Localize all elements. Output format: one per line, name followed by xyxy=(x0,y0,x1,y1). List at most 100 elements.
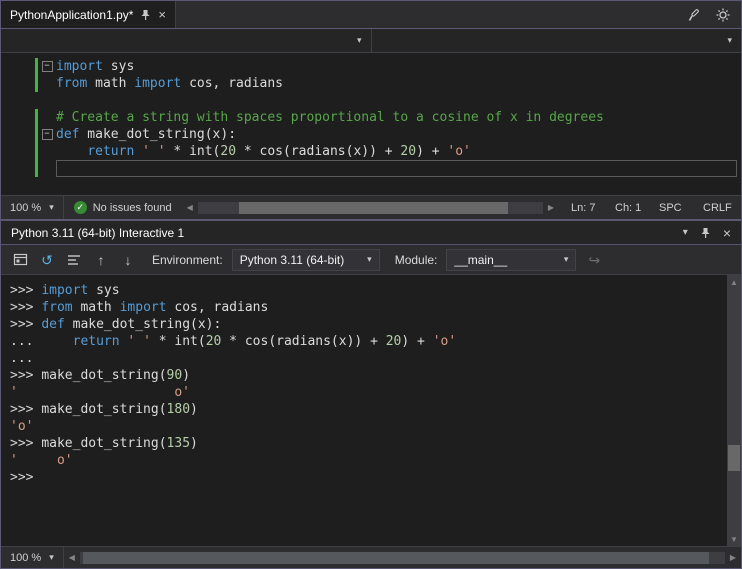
caret-position-group: Ln: 7 Ch: 1 SPC CRLF xyxy=(559,202,741,214)
zoom-value: 100 % xyxy=(10,201,42,214)
gear-icon[interactable] xyxy=(715,7,731,23)
token-kw: import xyxy=(56,59,103,74)
interactive-status-bar: 100 % ▾ ◀ ▶ xyxy=(1,546,741,568)
scrollbar-thumb[interactable] xyxy=(728,444,740,472)
member-dropdown[interactable]: ▾ xyxy=(372,29,742,52)
module-dropdown[interactable]: __main__ ▾ xyxy=(446,248,577,271)
interactive-window-title: Python 3.11 (64-bit) Interactive 1 xyxy=(11,225,185,240)
pin-icon[interactable] xyxy=(700,227,711,239)
token-pl: ) xyxy=(190,402,198,417)
repl-line: ... xyxy=(10,350,727,367)
module-value: __main__ xyxy=(454,252,508,267)
scroll-left-icon[interactable]: ◀ xyxy=(64,553,80,562)
token-num: 20 xyxy=(385,334,402,349)
code-line: − def make_dot_string(x): xyxy=(1,126,741,143)
token-str: ' ' xyxy=(127,334,151,349)
code-line-text xyxy=(56,160,737,177)
close-icon[interactable]: × xyxy=(723,226,731,240)
editor-code: − import sys from math import cos, radians… xyxy=(1,58,741,177)
code-line: − import sys xyxy=(1,58,741,75)
repl-line: ... return ' ' * int(20 * cos(radians(x)… xyxy=(10,333,727,350)
close-icon[interactable]: × xyxy=(158,8,166,21)
code-line xyxy=(1,160,741,177)
pin-icon[interactable] xyxy=(140,9,151,21)
token-pr: >>> xyxy=(10,436,42,451)
scrollbar-track[interactable] xyxy=(79,551,725,564)
check-icon: ✓ xyxy=(73,201,87,214)
scroll-down-icon[interactable]: ▼ xyxy=(727,532,741,546)
tools-icon[interactable] xyxy=(687,7,703,23)
insert-mode-indicator: SPC xyxy=(659,201,682,214)
token-kw: from xyxy=(56,76,88,91)
token-str: 'o' xyxy=(10,419,34,434)
token-pr: ... xyxy=(10,351,42,366)
issues-indicator[interactable]: ✓ No issues found xyxy=(64,201,182,214)
environment-dropdown[interactable]: Python 3.11 (64-bit) ▾ xyxy=(231,248,380,271)
token-pl: * cos(radians(x)) + xyxy=(236,144,401,159)
scroll-right-icon[interactable]: ▶ xyxy=(543,203,559,212)
token-pl: make_dot_string( xyxy=(41,436,167,451)
token-pl: sys xyxy=(102,59,135,74)
token-str: 'o' xyxy=(432,334,457,349)
interactive-vertical-scrollbar[interactable]: ▲ ▼ xyxy=(727,275,741,546)
column-indicator: Ch: 1 xyxy=(615,201,642,214)
chevron-down-icon: ▾ xyxy=(49,552,54,562)
interactive-window-title-bar[interactable]: Python 3.11 (64-bit) Interactive 1 ▾ × xyxy=(1,219,741,245)
token-pr: >>> xyxy=(10,283,42,298)
scrollbar-thumb[interactable] xyxy=(239,201,509,214)
fold-collapse-icon[interactable]: − xyxy=(38,126,56,143)
history-previous-icon[interactable]: ↑ xyxy=(92,251,110,269)
environment-value: Python 3.11 (64-bit) xyxy=(239,252,345,267)
token-pl: math xyxy=(87,76,135,91)
interactive-horizontal-scrollbar[interactable]: ◀ ▶ xyxy=(64,547,741,568)
chevron-down-icon: ▾ xyxy=(356,35,362,45)
editor-horizontal-scrollbar[interactable]: ◀ ▶ xyxy=(182,196,559,219)
code-line-text: def make_dot_string(x): xyxy=(56,126,741,143)
scrollbar-track[interactable] xyxy=(197,201,543,214)
window-position-menu-icon[interactable]: ▾ xyxy=(683,228,688,238)
repl-line: >>> make_dot_string(90) xyxy=(10,367,727,384)
redo-icon[interactable]: ↪ xyxy=(585,251,603,269)
token-kw: return xyxy=(72,334,120,349)
environment-label: Environment: xyxy=(152,252,223,267)
scroll-right-icon[interactable]: ▶ xyxy=(725,553,741,562)
token-kw: from xyxy=(41,300,73,315)
document-tab-bar: PythonApplication1.py* × xyxy=(1,1,741,29)
token-str: ' o' xyxy=(10,453,73,468)
token-pl: cos, radians xyxy=(181,76,283,91)
tab-pythonapplication1[interactable]: PythonApplication1.py* × xyxy=(1,1,177,28)
history-next-icon[interactable]: ↓ xyxy=(119,251,137,269)
token-pr: >>> xyxy=(10,300,42,315)
token-str: 'o' xyxy=(447,144,471,159)
scroll-left-icon[interactable]: ◀ xyxy=(182,203,198,212)
token-pr: >>> xyxy=(10,470,42,485)
tab-bar-actions xyxy=(687,1,741,28)
module-label: Module: xyxy=(394,252,438,267)
project-dropdown[interactable]: ▾ xyxy=(1,29,372,52)
repl-line: >>> def make_dot_string(x): xyxy=(10,316,727,333)
clear-all-icon[interactable] xyxy=(65,251,83,269)
token-pl: ) + xyxy=(416,144,448,159)
token-pr: >>> xyxy=(10,317,42,332)
interactive-body: >>> import sys >>> from math import cos, … xyxy=(1,275,741,546)
interactive-repl[interactable]: >>> import sys >>> from math import cos, … xyxy=(1,275,727,546)
token-pl: ) xyxy=(182,368,191,383)
environments-icon[interactable] xyxy=(11,251,29,269)
code-editor[interactable]: − import sys from math import cos, radians… xyxy=(1,53,741,195)
interactive-zoom-dropdown[interactable]: 100 % ▾ xyxy=(1,547,64,568)
token-pl: * int( xyxy=(150,334,206,349)
scrollbar-track[interactable] xyxy=(727,289,741,532)
token-kw: def xyxy=(41,317,65,332)
reset-icon[interactable]: ↺ xyxy=(38,251,56,269)
editor-zoom-dropdown[interactable]: 100 % ▾ xyxy=(1,196,64,219)
tab-label: PythonApplication1.py* xyxy=(10,7,134,22)
scrollbar-thumb[interactable] xyxy=(83,551,709,564)
fold-collapse-icon[interactable]: − xyxy=(38,58,56,75)
scroll-up-icon[interactable]: ▲ xyxy=(727,275,741,289)
